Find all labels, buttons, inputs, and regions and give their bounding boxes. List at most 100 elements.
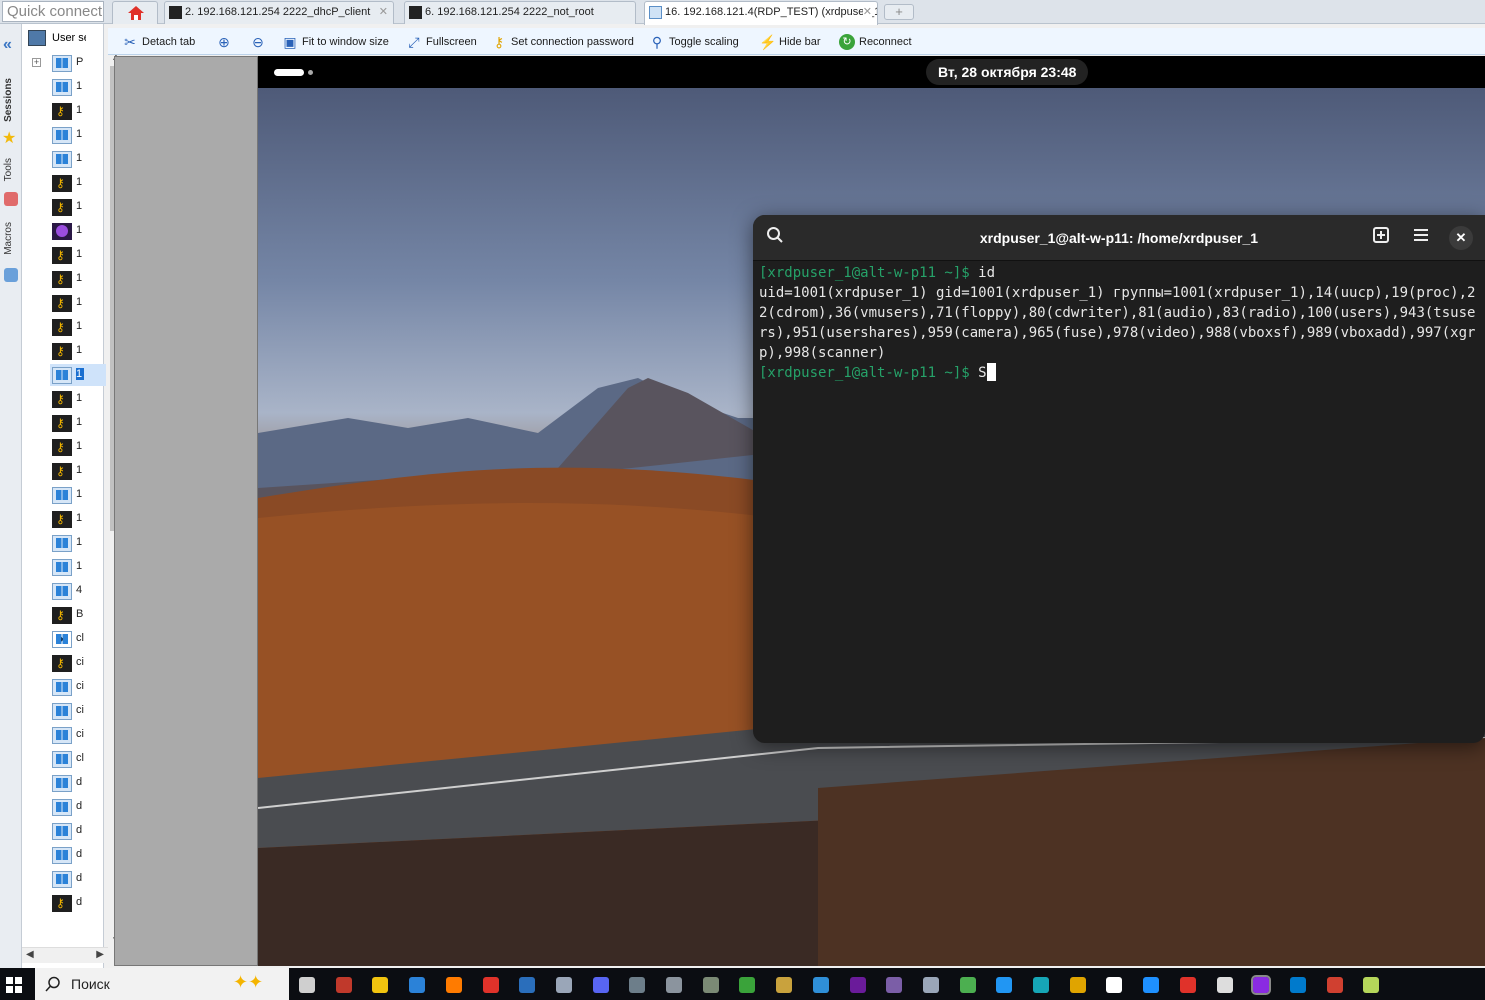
taskbar-app-icon[interactable] — [1106, 977, 1123, 993]
taskbar-app-icon[interactable] — [592, 977, 609, 993]
session-item[interactable]: 1 — [50, 148, 106, 170]
taskbar-app-icon[interactable] — [1363, 977, 1380, 993]
new-tab-icon[interactable] — [1369, 226, 1393, 250]
taskbar-app-icon[interactable] — [702, 977, 719, 993]
home-tab[interactable] — [112, 1, 158, 24]
tab-session-2[interactable]: 2. 192.168.121.254 2222_dhcP_client ✕ — [164, 1, 394, 24]
terminal-headerbar[interactable]: xrdpuser_1@alt-w-p11: /home/xrdpuser_1 ✕ — [753, 215, 1485, 261]
session-item[interactable]: ⚷ 1 — [50, 388, 106, 410]
close-icon[interactable]: ✕ — [1449, 226, 1473, 250]
tab-session-16[interactable]: 16. 192.168.121.4(RDP_TEST) (xrdpuser_1)… — [644, 1, 878, 25]
command-input[interactable]: S — [978, 365, 986, 381]
start-button[interactable] — [0, 968, 32, 1000]
expand-icon[interactable]: + — [32, 58, 41, 67]
taskbar-app-icon[interactable] — [299, 977, 315, 993]
toggle-scaling-button[interactable]: ⚲ Toggle scaling — [649, 33, 739, 51]
session-item[interactable]: d — [50, 796, 106, 818]
taskbar-app-icon[interactable] — [739, 977, 756, 993]
quick-connect-input[interactable]: Quick connect... — [2, 1, 104, 22]
taskbar-app-icon[interactable] — [776, 977, 793, 993]
workspace-dot[interactable] — [308, 70, 313, 75]
session-item[interactable]: 1 — [50, 532, 106, 554]
scroll-left-icon[interactable]: ◀ — [26, 949, 34, 960]
session-item[interactable]: 1 — [50, 124, 106, 146]
session-item[interactable]: ⚷ 1 — [50, 436, 106, 458]
menu-icon[interactable] — [1409, 226, 1433, 250]
session-item[interactable]: ci — [50, 676, 106, 698]
session-item[interactable]: P — [50, 52, 106, 74]
taskbar-app-icon[interactable] — [996, 977, 1013, 993]
taskbar-app-icon[interactable] — [1216, 977, 1233, 993]
scroll-right-icon[interactable]: ▶ — [96, 949, 104, 960]
taskbar-app-icon[interactable] — [1143, 977, 1160, 993]
session-item[interactable]: 1 — [50, 556, 106, 578]
session-item[interactable]: ci — [50, 724, 106, 746]
taskbar-app-icon[interactable] — [372, 977, 389, 993]
session-item[interactable]: 1 — [50, 484, 106, 506]
zoom-out-button[interactable]: ⊖ — [250, 33, 266, 51]
taskbar-app-icon[interactable] — [1179, 977, 1196, 993]
session-item[interactable]: ⚷ 1 — [50, 316, 106, 338]
taskbar-app-icon[interactable] — [555, 977, 572, 993]
taskbar-app-icon[interactable] — [1289, 977, 1306, 993]
tab-session-6[interactable]: 6. 192.168.121.254 2222_not_root — [404, 1, 636, 24]
taskbar-app-icon[interactable] — [959, 977, 976, 993]
clock[interactable]: Вт, 28 октября 23:48 — [926, 59, 1089, 85]
terminal-output[interactable]: [xrdpuser_1@alt-w-p11 ~]$ id uid=1001(xr… — [759, 263, 1481, 383]
taskbar-app-icon[interactable] — [666, 977, 682, 993]
session-item[interactable]: ⚷ ci — [50, 652, 106, 674]
taskbar-app-icon[interactable] — [922, 977, 939, 993]
zoom-in-button[interactable]: ⊕ — [216, 33, 232, 51]
fit-window-button[interactable]: ▣ Fit to window size — [282, 33, 388, 51]
session-item[interactable]: d — [50, 868, 106, 890]
taskbar-app-icon[interactable] — [1326, 977, 1343, 993]
fullscreen-button[interactable]: ⤢ Fullscreen — [406, 33, 476, 51]
session-item[interactable]: ⚷ 1 — [50, 172, 106, 194]
session-item[interactable]: ⚷ 1 — [50, 292, 106, 314]
session-item[interactable]: 4 — [50, 580, 106, 602]
collapse-icon[interactable]: « — [3, 36, 12, 54]
session-item[interactable]: ci — [50, 700, 106, 722]
terminal-window[interactable]: xrdpuser_1@alt-w-p11: /home/xrdpuser_1 ✕… — [753, 215, 1485, 743]
taskbar-app-icon[interactable] — [519, 977, 536, 993]
session-item[interactable]: ⚷ 1 — [50, 508, 106, 530]
macros-tab[interactable]: Macros — [3, 222, 14, 255]
taskbar-app-icon[interactable] — [629, 977, 646, 993]
taskbar-app-icon[interactable] — [1033, 977, 1049, 993]
session-item[interactable]: ⚷ d — [50, 892, 106, 914]
session-hscrollbar[interactable]: ◀ ▶ — [22, 947, 108, 963]
session-item[interactable]: Xcl — [50, 628, 106, 650]
taskbar-search[interactable]: Поиск ✦✦ — [35, 968, 289, 1000]
user-sessions-header[interactable]: User sessions — [22, 28, 104, 50]
session-item[interactable]: 1 — [50, 364, 106, 386]
activities-indicator[interactable] — [274, 69, 304, 76]
session-item[interactable]: ⚷ 1 — [50, 460, 106, 482]
taskbar-app-icon[interactable] — [335, 977, 352, 993]
session-item[interactable]: ⚷ 1 — [50, 100, 106, 122]
reconnect-button[interactable]: ↻ Reconnect — [839, 33, 912, 51]
session-item[interactable]: ⚷ 1 — [50, 412, 106, 434]
taskbar-app-icon[interactable] — [849, 977, 866, 993]
taskbar-app-icon[interactable] — [1251, 975, 1272, 995]
sessions-tab[interactable]: Sessions — [3, 78, 14, 122]
taskbar-app-icon[interactable] — [409, 977, 426, 993]
taskbar-app-icon[interactable] — [812, 977, 829, 993]
detach-tab-button[interactable]: ✂ Detach tab — [122, 33, 195, 51]
session-item[interactable]: cl — [50, 748, 106, 770]
session-item[interactable]: 1 — [50, 76, 106, 98]
hide-bar-button[interactable]: ⚡ Hide bar — [759, 33, 821, 51]
taskbar-app-icon[interactable] — [886, 977, 903, 993]
taskbar-app-icon[interactable] — [482, 977, 499, 993]
tools-tab[interactable]: Tools — [3, 158, 14, 181]
set-password-button[interactable]: ⚷ Set connection password — [491, 33, 634, 51]
session-item[interactable]: ⚷ 1 — [50, 340, 106, 362]
new-tab-button[interactable]: + — [884, 4, 914, 20]
remote-desktop-viewport[interactable]: Вт, 28 октября 23:48 xrdpuser_1@alt-w-p1… — [114, 56, 1485, 966]
session-item[interactable]: d — [50, 820, 106, 842]
session-item[interactable]: ⚷ 1 — [50, 268, 106, 290]
session-item[interactable]: 1 — [50, 220, 106, 242]
close-icon[interactable]: ✕ — [379, 2, 388, 23]
taskbar-app-icon[interactable] — [1069, 977, 1086, 993]
session-item[interactable]: ⚷ B — [50, 604, 106, 626]
session-item[interactable]: ⚷ 1 — [50, 196, 106, 218]
